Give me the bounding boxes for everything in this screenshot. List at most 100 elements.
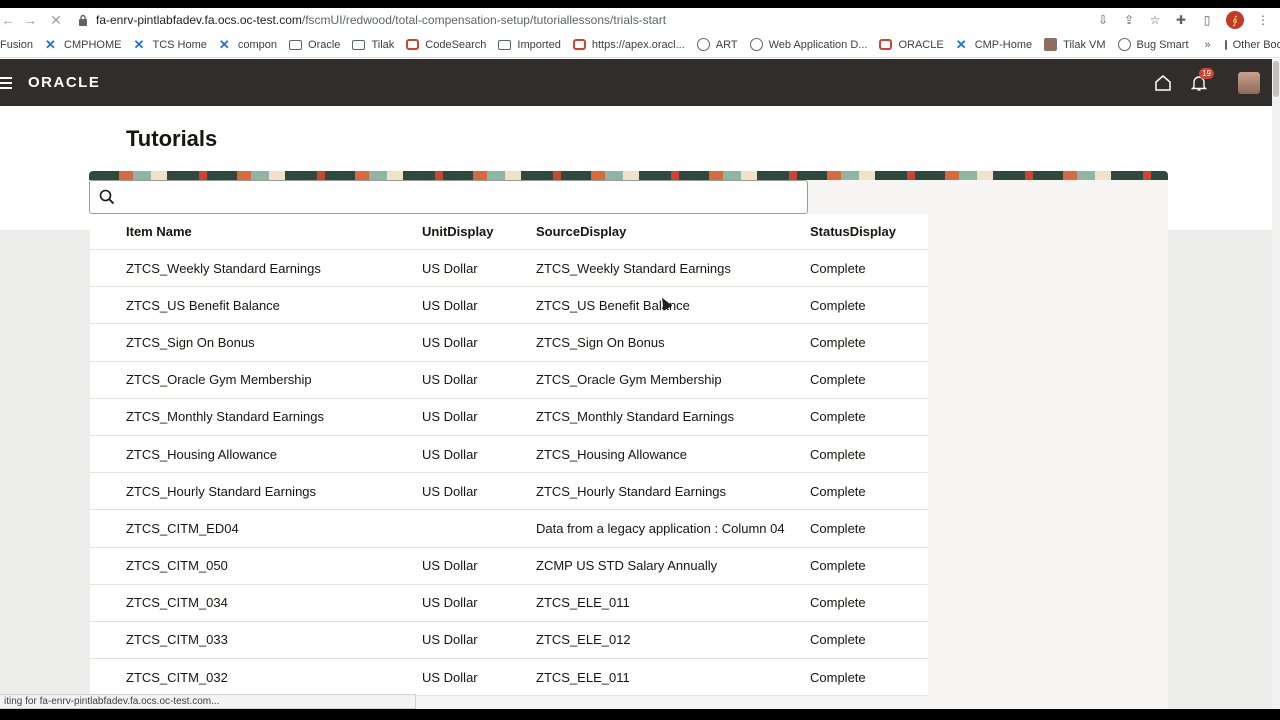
more-bookmarks-button[interactable]: » (1205, 39, 1211, 51)
column-header-unit[interactable]: UnitDisplay (422, 224, 536, 239)
search-input[interactable] (123, 182, 807, 212)
table-row[interactable]: ZTCS_Housing Allowance US Dollar ZTCS_Hous… (90, 436, 928, 474)
table-row[interactable]: ZTCS_Hourly Standard Earnings US Dollar ZT… (90, 473, 928, 511)
bookmark-apex[interactable]: https://apex.oracl... (572, 39, 685, 51)
bookmark-imported[interactable]: Imported (498, 38, 561, 51)
globe-icon (749, 38, 763, 51)
table-row[interactable]: ZTCS_CITM_033 US Dollar ZTCS_ELE_012 Comple… (90, 622, 928, 660)
vertical-scrollbar[interactable] (1272, 59, 1280, 709)
sidepanel-icon[interactable]: ▯ (1200, 13, 1214, 27)
bookmark-label: TCS Home (152, 38, 207, 51)
bookmark-oracle[interactable]: ORACLE (879, 38, 944, 51)
search-box[interactable] (89, 180, 808, 214)
url-host: fa-enrv-pintlabfadev.fa.ocs.oc-test.com (96, 13, 302, 27)
bookmark-art[interactable]: ART (696, 38, 738, 51)
bookmark-label: ORACLE (898, 38, 944, 51)
status-cell: Complete (810, 558, 866, 574)
menu-icon[interactable]: ⋮ (1256, 13, 1270, 27)
user-avatar[interactable] (1238, 71, 1260, 94)
unit-cell: US Dollar (422, 260, 478, 276)
status-cell: Complete (810, 483, 866, 499)
unit-cell: US Dollar (422, 632, 478, 648)
share-icon[interactable]: ⇪ (1122, 13, 1136, 27)
item-name-cell: ZTCS_Oracle Gym Membership (126, 372, 312, 388)
globe-icon (696, 38, 710, 51)
window-bottom-edge (0, 709, 1280, 720)
table-row[interactable]: ZTCS_Sign On Bonus US Dollar ZTCS_Sign On … (90, 324, 928, 362)
source-cell: ZTCS_Sign On Bonus (536, 334, 665, 350)
confluence-icon: ✕ (955, 37, 967, 52)
source-cell: ZTCS_Monthly Standard Earnings (536, 409, 734, 425)
column-header-status[interactable]: StatusDisplay (810, 224, 928, 239)
back-icon[interactable]: ← (0, 12, 16, 28)
star-icon[interactable]: ☆ (1148, 13, 1162, 27)
forward-icon[interactable]: → (22, 12, 38, 28)
unit-cell: US Dollar (422, 334, 478, 350)
install-icon[interactable]: ⇩ (1096, 13, 1110, 27)
folder-icon (289, 39, 303, 50)
profile-extension-icon[interactable]: ∮ (1226, 11, 1244, 29)
bookmark-tilak-folder[interactable]: Tilak (352, 39, 394, 51)
table-row[interactable]: ZTCS_CITM_034 US Dollar ZTCS_ELE_011 Comple… (90, 585, 928, 622)
unit-cell: US Dollar (422, 409, 478, 425)
bookmark-label: ART (715, 38, 738, 51)
reload-stop-icon[interactable]: ✕ (48, 12, 64, 29)
unit-cell: US Dollar (422, 372, 478, 388)
column-header-item-name[interactable]: Item Name (90, 224, 422, 239)
confluence-icon: ✕ (133, 37, 145, 52)
hamburger-menu-icon[interactable] (0, 76, 14, 89)
bookmark-codesearch[interactable]: CodeSearch (406, 39, 486, 51)
notifications-button[interactable]: 19 (1190, 67, 1214, 92)
item-name-cell: ZTCS_Hourly Standard Earnings (126, 483, 317, 499)
extensions-icon[interactable]: ✚ (1174, 13, 1188, 27)
oracle-icon (879, 39, 893, 50)
browser-toolbar: ← → ✕ fa-enrv-pintlabfadev.fa.ocs.oc-tes… (0, 8, 1280, 32)
bookmarks-bar: Fusion ✕ CMPHOME ✕ TCS Home ✕ compon Oracle… (0, 32, 1280, 58)
folder-icon (498, 39, 512, 50)
source-cell: ZTCS_ELE_011 (536, 595, 630, 611)
folder-icon (1224, 39, 1227, 50)
bookmark-label: Oracle (308, 38, 341, 51)
address-bar[interactable]: fa-enrv-pintlabfadev.fa.ocs.oc-test.com /… (78, 13, 666, 27)
bookmark-fusion[interactable]: Fusion (0, 39, 33, 51)
table-row[interactable]: ZTCS_CITM_050 US Dollar ZCMP US STD Salary… (90, 548, 928, 585)
item-name-cell: ZTCS_CITM_034 (126, 595, 228, 611)
bookmark-bug-smart[interactable]: Bug Smart (1117, 38, 1189, 51)
status-cell: Complete (810, 409, 866, 425)
oracle-logo[interactable]: ORACLE (28, 74, 100, 91)
table-row[interactable]: ZTCS_US Benefit Balance US Dollar ZTCS_US … (90, 287, 928, 325)
other-bookmarks[interactable]: Other Bookmarks (1224, 39, 1280, 51)
bookmark-label: Imported (517, 38, 561, 51)
source-cell: ZTCS_Oracle Gym Membership (536, 372, 722, 388)
bookmark-label: Tilak (371, 38, 395, 51)
bookmark-label: Tilak VM (1063, 38, 1106, 51)
unit-cell: US Dollar (422, 558, 478, 574)
table-row[interactable]: ZTCS_Monthly Standard Earnings US Dollar Z… (90, 399, 928, 436)
item-name-cell: ZTCS_Housing Allowance (126, 446, 278, 462)
table-row[interactable]: ZTCS_Weekly Standard Earnings US Dollar ZT… (90, 250, 928, 288)
source-cell: Data from a legacy application : Column … (536, 520, 785, 536)
scrollbar-thumb[interactable] (1273, 61, 1279, 97)
bookmark-tilak-vm[interactable]: Tilak VM (1044, 38, 1106, 51)
decorative-banner (89, 171, 1168, 180)
bookmark-oracle-folder[interactable]: Oracle (289, 39, 340, 51)
globe-icon (1117, 38, 1131, 51)
table-row[interactable]: ZTCS_CITM_ED04 Data from a legacy applica… (90, 510, 928, 548)
bookmark-cmp-home[interactable]: ✕ CMP-Home (956, 38, 1032, 51)
source-cell: ZTCS_Weekly Standard Earnings (536, 260, 731, 276)
bookmark-label: CMP-Home (974, 38, 1033, 51)
column-header-source[interactable]: SourceDisplay (536, 224, 810, 239)
window-top-edge (0, 0, 1280, 8)
bookmark-cmphome[interactable]: ✕ CMPHOME (45, 38, 121, 51)
bookmark-tcs-home[interactable]: ✕ TCS Home (133, 38, 206, 51)
bookmark-web-application[interactable]: Web Application D... (749, 38, 867, 51)
lock-icon (79, 14, 87, 26)
source-cell: ZTCS_Housing Allowance (536, 446, 688, 462)
status-cell: Complete (810, 632, 866, 648)
table-row[interactable]: ZTCS_CITM_032 US Dollar ZTCS_ELE_011 Comple… (90, 659, 928, 697)
bookmark-compon[interactable]: ✕ compon (219, 38, 277, 51)
status-cell: Complete (810, 297, 866, 313)
url-path: /fscmUI/redwood/total-compensation-setup… (301, 13, 667, 27)
home-icon[interactable] (1154, 74, 1172, 92)
table-row[interactable]: ZTCS_Oracle Gym Membership US Dollar ZTCS_… (90, 362, 928, 399)
